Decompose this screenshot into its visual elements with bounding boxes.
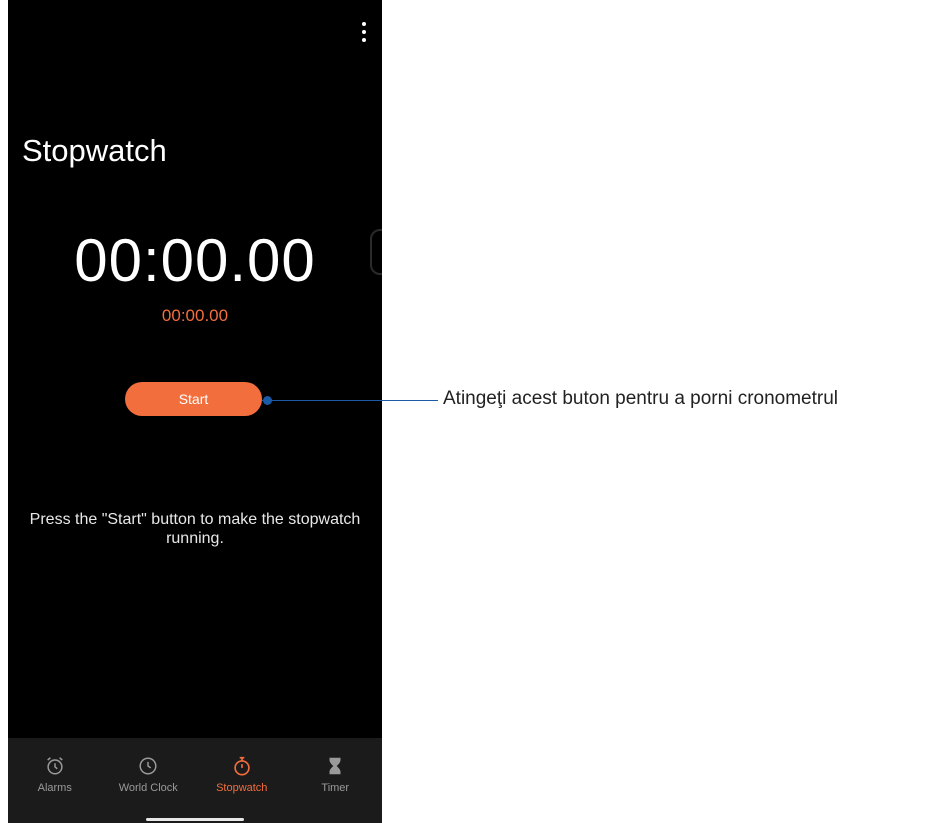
nav-item-timer[interactable]: Timer xyxy=(289,738,383,823)
stopwatch-time-display: 00:00.00 xyxy=(74,227,316,294)
hint-text: Press the "Start" button to make the sto… xyxy=(29,511,361,547)
page-title: Stopwatch xyxy=(22,133,167,168)
nav-label-alarms: Alarms xyxy=(37,782,72,794)
nav-item-alarms[interactable]: Alarms xyxy=(8,738,102,823)
nav-label-stopwatch: Stopwatch xyxy=(216,782,268,794)
callout-annotation: Atingeţi acest buton pentru a porni cron… xyxy=(443,388,839,409)
bottom-navigation: Alarms World Clock Stopwatch Timer xyxy=(8,738,382,823)
more-options-icon[interactable] xyxy=(358,22,370,44)
clock-icon xyxy=(139,757,157,775)
stopwatch-icon xyxy=(234,756,250,776)
callout-line xyxy=(262,400,438,401)
start-button[interactable]: Start xyxy=(125,382,262,416)
phone-screen: Stopwatch 00:00.00 00:00.00 Start Press … xyxy=(8,0,382,823)
lap-time-display: 00:00.00 xyxy=(161,306,229,325)
alarm-clock-icon xyxy=(46,757,63,775)
nav-item-stopwatch[interactable]: Stopwatch xyxy=(195,738,289,823)
nav-label-world-clock: World Clock xyxy=(118,782,178,794)
home-indicator[interactable] xyxy=(146,818,244,821)
nav-item-world-clock[interactable]: World Clock xyxy=(102,738,196,823)
hourglass-icon xyxy=(329,757,341,775)
nav-label-timer: Timer xyxy=(321,782,350,794)
